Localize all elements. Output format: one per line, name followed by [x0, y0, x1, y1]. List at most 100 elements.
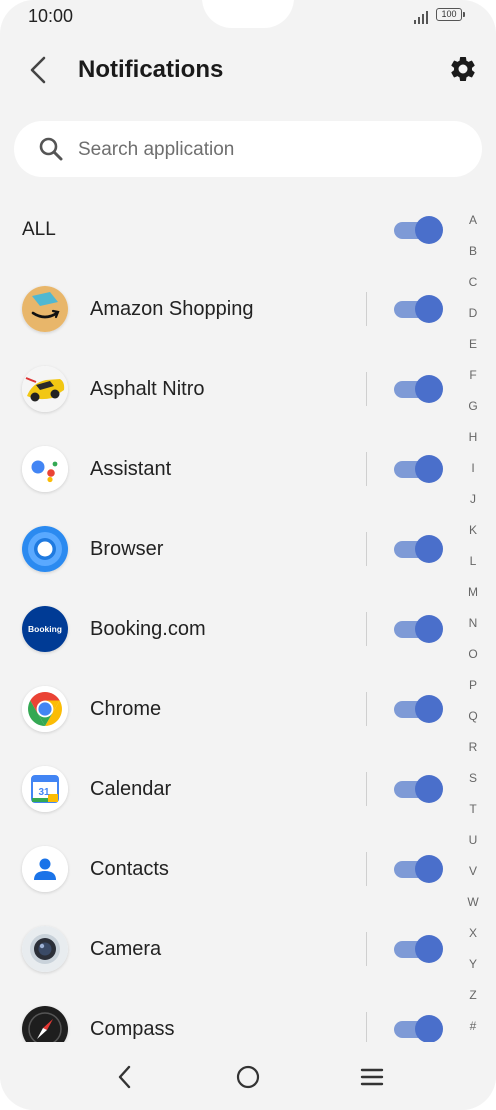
toggle-knob [415, 1015, 443, 1043]
app-name: Booking.com [90, 618, 206, 640]
app-name: Calendar [90, 778, 172, 800]
browser-icon [22, 526, 68, 572]
status-time: 10:00 [28, 6, 74, 26]
list-item-amazon[interactable]: Amazon Shopping [0, 270, 460, 350]
toggle-knob [415, 216, 443, 244]
divider [366, 452, 367, 486]
alphabet-letter[interactable]: V [462, 863, 484, 894]
calendar-icon-text: 31 [38, 787, 50, 798]
nav-menu-icon[interactable] [357, 1062, 387, 1092]
assistant-icon [22, 446, 68, 492]
signal-icon [414, 11, 428, 24]
alphabet-letter[interactable]: U [462, 832, 484, 863]
asphalt-icon [22, 366, 68, 412]
divider [366, 772, 367, 806]
alphabet-letter[interactable]: J [462, 491, 484, 522]
gear-icon[interactable] [448, 54, 478, 84]
toggle-knob [415, 775, 443, 803]
list-item-calendar[interactable]: 31 Calendar [0, 750, 460, 830]
alphabet-index[interactable]: A B C D E F G H I J K L M N O P Q R S T U V W X Y Z # [462, 212, 484, 1049]
toggle-knob [415, 455, 443, 483]
app-toggle[interactable] [394, 375, 444, 403]
back-arrow-icon[interactable] [24, 54, 54, 86]
list-item-assistant[interactable]: Assistant [0, 430, 460, 510]
app-name: Browser [90, 538, 164, 560]
alphabet-letter[interactable]: C [462, 274, 484, 305]
chrome-icon [22, 686, 68, 732]
divider [366, 612, 367, 646]
toggle-knob [415, 615, 443, 643]
toggle-knob [415, 535, 443, 563]
alphabet-letter[interactable]: Z [462, 987, 484, 1018]
nav-back-icon[interactable] [110, 1062, 140, 1092]
app-name: Compass [90, 1018, 175, 1040]
alphabet-letter[interactable]: D [462, 305, 484, 336]
divider [366, 852, 367, 886]
navigation-bar [0, 1042, 496, 1110]
app-name: Contacts [90, 858, 169, 880]
phone-screen: 10:00 100 Notifications ALL [0, 0, 496, 1110]
toggle-knob [415, 295, 443, 323]
app-toggle[interactable] [394, 695, 444, 723]
list-item-browser[interactable]: Browser [0, 510, 460, 590]
divider [366, 532, 367, 566]
nav-home-icon[interactable] [233, 1062, 263, 1092]
camera-icon [22, 926, 68, 972]
list-item-chrome[interactable]: Chrome [0, 670, 460, 750]
all-toggle[interactable] [394, 216, 444, 244]
page-title: Notifications [78, 56, 224, 83]
list-item-asphalt[interactable]: Asphalt Nitro [0, 350, 460, 430]
app-name: Camera [90, 938, 162, 960]
alphabet-letter[interactable]: B [462, 243, 484, 274]
app-toggle[interactable] [394, 1015, 444, 1043]
alphabet-letter[interactable]: N [462, 615, 484, 646]
alphabet-letter[interactable]: Q [462, 708, 484, 739]
toggle-knob [415, 855, 443, 883]
divider [366, 292, 367, 326]
toggle-knob [415, 935, 443, 963]
app-toggle[interactable] [394, 535, 444, 563]
list-item-contacts[interactable]: Contacts [0, 830, 460, 910]
booking-icon: Booking [22, 606, 68, 652]
app-name: Asphalt Nitro [90, 378, 205, 400]
app-toggle[interactable] [394, 455, 444, 483]
toggle-knob [415, 695, 443, 723]
status-bar: 10:00 100 [0, 0, 496, 32]
app-name: Chrome [90, 698, 162, 720]
alphabet-letter[interactable]: W [462, 894, 484, 925]
alphabet-letter[interactable]: X [462, 925, 484, 956]
all-label: ALL [22, 219, 56, 240]
app-toggle[interactable] [394, 615, 444, 643]
list-item-booking[interactable]: Booking Booking.com [0, 590, 460, 670]
search-input[interactable] [76, 133, 460, 167]
alphabet-letter[interactable]: Y [462, 956, 484, 987]
divider [366, 932, 367, 966]
app-header: Notifications [0, 40, 496, 100]
app-name: Amazon Shopping [90, 298, 254, 320]
app-toggle[interactable] [394, 935, 444, 963]
alphabet-letter[interactable]: R [462, 739, 484, 770]
booking-icon-text: Booking [28, 624, 62, 634]
app-toggle[interactable] [394, 775, 444, 803]
list-item-camera[interactable]: Camera [0, 910, 460, 990]
alphabet-letter[interactable]: L [462, 553, 484, 584]
alphabet-letter[interactable]: P [462, 677, 484, 708]
alphabet-letter[interactable]: K [462, 522, 484, 553]
toggle-knob [415, 375, 443, 403]
alphabet-letter[interactable]: A [462, 212, 484, 243]
divider [366, 692, 367, 726]
alphabet-letter[interactable]: H [462, 429, 484, 460]
alphabet-letter[interactable]: E [462, 336, 484, 367]
search-icon [39, 137, 63, 161]
alphabet-letter[interactable]: T [462, 801, 484, 832]
alphabet-letter[interactable]: I [462, 460, 484, 491]
alphabet-letter[interactable]: O [462, 646, 484, 677]
divider [366, 372, 367, 406]
alphabet-letter[interactable]: G [462, 398, 484, 429]
alphabet-letter[interactable]: M [462, 584, 484, 615]
alphabet-letter[interactable]: S [462, 770, 484, 801]
alphabet-letter[interactable]: F [462, 367, 484, 398]
app-toggle[interactable] [394, 855, 444, 883]
app-toggle[interactable] [394, 295, 444, 323]
search-bar[interactable] [14, 121, 482, 177]
